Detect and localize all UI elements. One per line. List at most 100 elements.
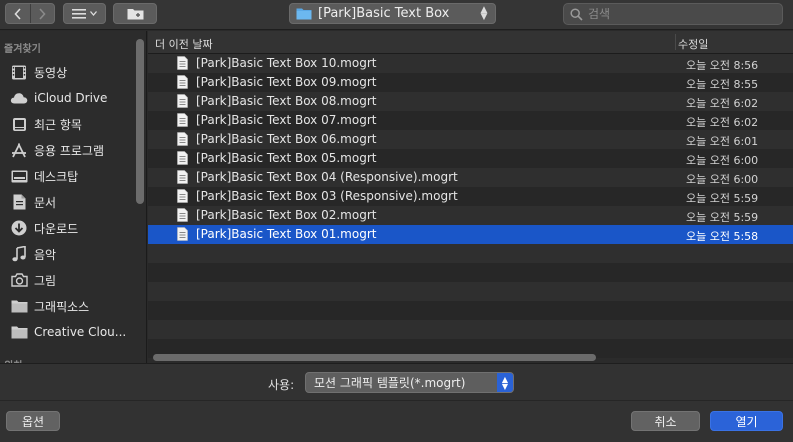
sidebar-item-movies[interactable]: 동영상 xyxy=(10,61,135,83)
file-type-popup[interactable]: 모션 그래픽 템플릿(*.mogrt) ▲ ▼ xyxy=(305,372,514,393)
download-icon xyxy=(10,220,28,236)
sidebar-item-graphic-sources[interactable]: 그래픽소스 xyxy=(10,295,135,317)
path-popup[interactable]: [Park]Basic Text Box ▲ ▼ xyxy=(289,3,496,24)
sidebar-item-applications[interactable]: 응용 프로그램 xyxy=(10,139,135,161)
camera-icon xyxy=(10,272,28,288)
options-bar: 사용: 모션 그래픽 템플릿(*.mogrt) ▲ ▼ xyxy=(0,363,793,400)
updown-icon: ▲ ▼ xyxy=(480,4,488,22)
sidebar-item-downloads[interactable]: 다운로드 xyxy=(10,217,135,239)
file-type-label: 모션 그래픽 템플릿(*.mogrt) xyxy=(314,376,466,390)
search-field[interactable] xyxy=(563,3,783,25)
sidebar-item-label: 응용 프로그램 xyxy=(34,143,105,158)
desktop-icon xyxy=(10,168,28,184)
cancel-button[interactable]: 취소 xyxy=(631,411,700,431)
list-view-icon xyxy=(72,8,86,19)
file-date: 오늘 오전 5:59 xyxy=(686,192,759,205)
usage-label: 사용: xyxy=(268,378,295,392)
file-name: [Park]Basic Text Box 01.mogrt xyxy=(196,227,377,241)
path-label: [Park]Basic Text Box xyxy=(318,6,450,21)
sidebar-item-label: 데스크탑 xyxy=(34,169,79,184)
open-button[interactable]: 열기 xyxy=(710,411,783,431)
options-button[interactable]: 옵션 xyxy=(6,411,60,431)
file-row[interactable]: [Park]Basic Text Box 03 (Responsive).mog… xyxy=(148,187,793,206)
file-icon xyxy=(177,189,188,203)
sidebar-item-label: 음악 xyxy=(34,247,57,262)
file-row[interactable]: [Park]Basic Text Box 09.mogrt 오늘 오전 8:55 xyxy=(148,73,793,92)
column-separator[interactable] xyxy=(675,34,676,50)
sidebar-item-documents[interactable]: 문서 xyxy=(10,191,135,213)
button-bar: 옵션 취소 열기 xyxy=(0,400,793,442)
sidebar-item-label: 그래픽소스 xyxy=(34,299,90,314)
sidebar-section-favorites: 즐겨찾기 xyxy=(4,44,41,55)
file-date: 오늘 오전 6:00 xyxy=(686,154,759,167)
file-row[interactable]: [Park]Basic Text Box 08.mogrt 오늘 오전 6:02 xyxy=(148,92,793,111)
file-date: 오늘 오전 6:02 xyxy=(686,97,759,110)
apps-icon xyxy=(10,142,28,158)
empty-row xyxy=(148,282,793,301)
column-header-name[interactable]: 더 이전 날짜 xyxy=(155,36,213,52)
sidebar-item-label: 다운로드 xyxy=(34,221,79,236)
file-name: [Park]Basic Text Box 06.mogrt xyxy=(196,132,377,146)
file-icon xyxy=(177,132,188,146)
file-date: 오늘 오전 6:01 xyxy=(686,135,759,148)
cloud-icon xyxy=(10,90,28,106)
toolbar: [Park]Basic Text Box ▲ ▼ xyxy=(0,0,793,30)
sidebar-item-desktop[interactable]: 데스크탑 xyxy=(10,165,135,187)
sidebar-scrollbar[interactable] xyxy=(136,39,144,204)
file-icon xyxy=(177,75,188,89)
file-row[interactable]: [Park]Basic Text Box 01.mogrt 오늘 오전 5:58 xyxy=(148,225,793,244)
search-icon xyxy=(570,7,583,21)
view-options-button[interactable] xyxy=(63,3,106,24)
file-row[interactable]: [Park]Basic Text Box 07.mogrt 오늘 오전 6:02 xyxy=(148,111,793,130)
empty-row xyxy=(148,244,793,263)
updown-icon: ▲ ▼ xyxy=(497,373,513,392)
sidebar-item-icloud[interactable]: iCloud Drive xyxy=(10,87,135,109)
file-date: 오늘 오전 5:58 xyxy=(686,230,759,243)
sidebar-item-label: 최근 항목 xyxy=(34,117,82,132)
horizontal-scrollbar[interactable] xyxy=(153,354,596,361)
document-icon xyxy=(10,194,28,210)
file-name: [Park]Basic Text Box 04 (Responsive).mog… xyxy=(196,170,458,184)
file-icon xyxy=(177,56,188,70)
sidebar-item-music[interactable]: 음악 xyxy=(10,243,135,265)
file-row[interactable]: [Park]Basic Text Box 04 (Responsive).mog… xyxy=(148,168,793,187)
music-icon xyxy=(10,246,28,262)
file-icon xyxy=(177,94,188,108)
column-header-date[interactable]: 수정일 xyxy=(678,36,708,52)
empty-row xyxy=(148,301,793,320)
file-icon xyxy=(177,151,188,165)
file-date: 오늘 오전 8:56 xyxy=(686,59,759,72)
sidebar-item-label: iCloud Drive xyxy=(34,91,108,105)
file-date: 오늘 오전 8:55 xyxy=(686,78,759,91)
nav-buttons xyxy=(5,3,55,24)
sidebar-item-pictures[interactable]: 그림 xyxy=(10,269,135,291)
file-date: 오늘 오전 5:59 xyxy=(686,211,759,224)
clock-icon xyxy=(10,116,28,132)
new-folder-button[interactable] xyxy=(113,3,157,24)
file-row[interactable]: [Park]Basic Text Box 02.mogrt 오늘 오전 5:59 xyxy=(148,206,793,225)
sidebar-item-creative-cloud[interactable]: Creative Clou... xyxy=(10,321,135,343)
file-date: 오늘 오전 6:02 xyxy=(686,116,759,129)
file-row[interactable]: [Park]Basic Text Box 10.mogrt 오늘 오전 8:56 xyxy=(148,54,793,73)
file-name: [Park]Basic Text Box 08.mogrt xyxy=(196,94,377,108)
chevron-right-icon xyxy=(39,7,46,20)
sidebar-item-label: 동영상 xyxy=(34,65,68,80)
chevron-down-icon xyxy=(90,11,97,16)
sidebar-item-recents[interactable]: 최근 항목 xyxy=(10,113,135,135)
file-row[interactable]: [Park]Basic Text Box 06.mogrt 오늘 오전 6:01 xyxy=(148,130,793,149)
forward-button[interactable] xyxy=(29,4,55,23)
file-icon xyxy=(177,170,188,184)
file-icon xyxy=(177,227,188,241)
search-input[interactable] xyxy=(588,7,768,21)
back-button[interactable] xyxy=(6,4,30,23)
file-name: [Park]Basic Text Box 05.mogrt xyxy=(196,151,377,165)
file-rows: [Park]Basic Text Box 10.mogrt 오늘 오전 8:56[… xyxy=(148,54,793,358)
file-name: [Park]Basic Text Box 02.mogrt xyxy=(196,208,377,222)
film-icon xyxy=(10,64,28,80)
file-name: [Park]Basic Text Box 07.mogrt xyxy=(196,113,377,127)
sidebar-item-label: 문서 xyxy=(34,195,57,210)
empty-row xyxy=(148,320,793,339)
new-folder-icon xyxy=(127,9,143,20)
file-list: 더 이전 날짜 수정일 [Park]Basic Text Box 10.mogr… xyxy=(148,31,793,363)
file-row[interactable]: [Park]Basic Text Box 05.mogrt 오늘 오전 6:00 xyxy=(148,149,793,168)
